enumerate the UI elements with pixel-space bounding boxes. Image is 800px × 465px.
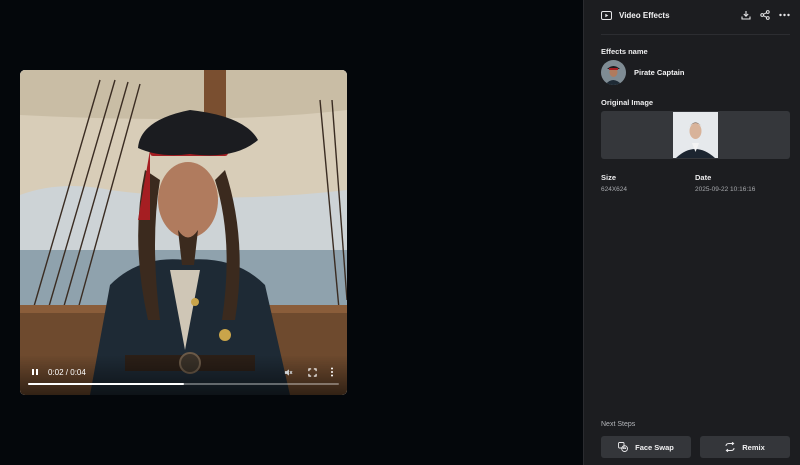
share-icon — [760, 10, 770, 20]
more-button[interactable] — [778, 9, 790, 21]
effect-thumbnail — [601, 60, 626, 85]
mute-button[interactable] — [281, 365, 295, 379]
original-image-thumbnail — [673, 112, 718, 158]
pause-button[interactable] — [28, 365, 42, 379]
size-label: Size — [601, 173, 617, 182]
video-effects-icon — [601, 10, 612, 20]
date-label: Date — [695, 173, 712, 182]
remix-label: Remix — [742, 442, 765, 452]
panel-title: Video Effects — [619, 10, 670, 20]
progress-fill — [28, 383, 184, 385]
fullscreen-button[interactable] — [305, 365, 319, 379]
video-stage: 0:02 / 0:04 — [0, 0, 583, 465]
video-more-button[interactable] — [325, 365, 339, 379]
face-swap-button[interactable]: Face Swap — [601, 436, 691, 458]
time-display: 0:02 / 0:04 — [48, 367, 86, 377]
vertical-more-icon — [331, 367, 333, 377]
effect-name: Pirate Captain — [634, 68, 685, 77]
download-icon — [741, 11, 751, 20]
remix-icon — [725, 442, 735, 452]
progress-bar[interactable] — [28, 383, 339, 385]
more-icon — [778, 13, 790, 17]
share-button[interactable] — [759, 9, 771, 21]
header-divider — [601, 34, 790, 35]
fullscreen-icon — [307, 367, 317, 377]
date-value: 2025-09-22 10:16:16 — [695, 186, 756, 193]
face-swap-icon — [618, 442, 629, 452]
muted-speaker-icon — [284, 368, 292, 376]
next-steps-label: Next Steps — [601, 421, 636, 428]
remix-button[interactable]: Remix — [700, 436, 790, 458]
original-image-container[interactable] — [601, 111, 790, 159]
details-panel: Video Effects Effects name Pirate Captai… — [583, 0, 800, 465]
pause-icon — [32, 369, 38, 375]
original-image-label: Original Image — [601, 98, 654, 107]
size-value: 624X624 — [601, 186, 628, 193]
download-button[interactable] — [740, 9, 752, 21]
face-swap-label: Face Swap — [635, 442, 674, 452]
video-player[interactable]: 0:02 / 0:04 — [20, 70, 347, 395]
video-controls: 0:02 / 0:04 — [20, 355, 347, 395]
panel-header: Video Effects — [601, 8, 790, 22]
effects-name-label: Effects name — [601, 47, 648, 56]
effect-item: Pirate Captain — [601, 60, 684, 85]
video-frame-image — [20, 70, 347, 395]
